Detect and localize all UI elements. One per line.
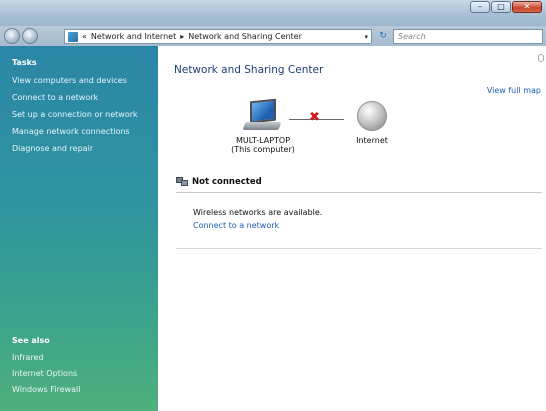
divider [176,192,542,193]
refresh-icon[interactable]: ↻ [376,30,390,43]
help-icon[interactable] [538,54,544,62]
task-pane: Tasks View computers and devices Connect… [0,46,158,411]
forward-button[interactable]: › [22,28,38,44]
control-panel-icon [68,31,78,42]
address-chevron-icon[interactable]: « [82,32,87,41]
window-controls: – □ ✕ [470,1,542,13]
see-also-heading: See also [12,336,50,345]
task-view-computers-and-devices[interactable]: View computers and devices [12,72,158,89]
close-button[interactable]: ✕ [512,1,542,13]
main-content: Network and Sharing Center View full map… [158,46,546,411]
disconnected-x-icon: ✖ [309,110,320,125]
minimize-button[interactable]: – [470,1,490,13]
navigation-bar: ‹ › « Network and Internet ▸ Network and… [0,26,546,46]
breadcrumb-network-and-internet[interactable]: Network and Internet [91,32,176,41]
maximize-button[interactable]: □ [491,1,511,13]
connect-to-network-link[interactable]: Connect to a network [193,221,279,230]
view-full-map-link[interactable]: View full map [487,86,541,95]
breadcrumb-network-and-sharing-center[interactable]: Network and Sharing Center [188,32,302,41]
wireless-available-text: Wireless networks are available. [193,208,323,217]
computer-name: MULT-LAPTOP [235,136,291,145]
see-also-section: See also Infrared Internet Options Windo… [12,336,80,398]
connection-status: Not connected [176,177,262,187]
computer-label: MULT-LAPTOP (This computer) [231,136,295,154]
computer-sub: (This computer) [231,145,295,154]
internet-label: Internet [356,136,388,145]
back-button[interactable]: ‹ [4,28,20,44]
internet-globe-icon[interactable] [357,101,387,131]
see-also-windows-firewall[interactable]: Windows Firewall [12,382,80,398]
breadcrumb-separator-icon[interactable]: ▸ [180,32,184,41]
see-also-infrared[interactable]: Infrared [12,350,80,366]
network-status-icon [176,177,188,187]
divider-bottom [176,248,542,249]
title-bar: – □ ✕ [0,0,546,26]
task-diagnose-and-repair[interactable]: Diagnose and repair [12,140,158,157]
status-label: Not connected [192,177,262,187]
task-manage-network-connections[interactable]: Manage network connections [12,123,158,140]
search-input[interactable]: Search [393,29,543,44]
page-title: Network and Sharing Center [174,64,324,76]
network-map: ✖ MULT-LAPTOP (This computer) Internet [218,98,408,158]
laptop-icon[interactable] [242,98,282,134]
task-set-up-connection[interactable]: Set up a connection or network [12,106,158,123]
address-bar[interactable]: « Network and Internet ▸ Network and Sha… [64,29,372,44]
task-connect-to-a-network[interactable]: Connect to a network [12,89,158,106]
tasks-heading: Tasks [12,58,37,67]
address-dropdown-icon[interactable]: ▾ [364,33,368,41]
see-also-internet-options[interactable]: Internet Options [12,366,80,382]
